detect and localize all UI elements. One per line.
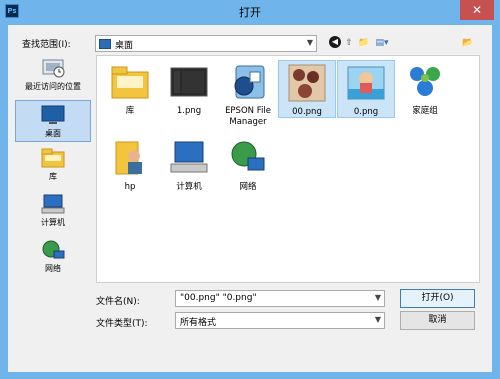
place-label: 计算机 xyxy=(41,218,65,227)
place-label: 桌面 xyxy=(45,129,61,138)
file-label: 库 xyxy=(125,106,135,116)
filename-input[interactable]: "00.png" "0.png" ▼ xyxy=(175,290,385,307)
file-label: EPSON File Manager xyxy=(225,106,271,127)
file-item-selected[interactable]: 0.png xyxy=(337,60,395,118)
place-recent[interactable]: 最近访问的位置 xyxy=(15,57,91,99)
file-item[interactable]: 计算机 xyxy=(160,136,218,194)
image-thumbnail-icon xyxy=(285,61,329,105)
chevron-down-icon: ▼ xyxy=(306,38,313,47)
file-item[interactable]: 网络 xyxy=(219,136,277,194)
desktop-icon xyxy=(40,104,66,126)
file-label: 网络 xyxy=(239,182,257,192)
filetype-value: 所有格式 xyxy=(180,318,217,328)
file-label: 计算机 xyxy=(176,182,202,192)
network-icon xyxy=(226,136,270,180)
place-label: 最近访问的位置 xyxy=(25,82,81,91)
file-item-selected[interactable]: 00.png xyxy=(278,60,336,118)
look-in-label: 查找范围(I): xyxy=(22,40,71,50)
computer-icon xyxy=(40,193,66,215)
folder-options-icon[interactable]: 📂 xyxy=(462,36,474,50)
look-in-value: 桌面 xyxy=(115,41,134,51)
back-icon[interactable]: ◀ xyxy=(329,36,341,48)
user-folder-icon xyxy=(108,136,152,180)
dialog-title: 打开 xyxy=(239,6,261,19)
file-label: 1.png xyxy=(176,106,202,116)
epson-app-icon xyxy=(226,60,270,104)
close-button[interactable]: ✕ xyxy=(460,0,494,20)
view-menu-icon[interactable]: ▤▾ xyxy=(373,36,391,50)
up-folder-icon[interactable]: ⇧ xyxy=(344,36,354,50)
chevron-down-icon: ▼ xyxy=(374,315,381,324)
library-folder-icon xyxy=(108,60,152,104)
place-network[interactable]: 网络 xyxy=(15,239,91,281)
open-button[interactable]: 打开(O) xyxy=(400,289,475,308)
file-label: 00.png xyxy=(292,107,322,117)
look-in-dropdown[interactable]: 桌面 ▼ xyxy=(95,35,317,52)
chevron-down-icon: ▼ xyxy=(374,293,381,302)
file-label: hp xyxy=(124,182,136,192)
new-folder-icon[interactable]: 📁 xyxy=(357,36,371,50)
filename-value: "00.png" "0.png" xyxy=(180,293,257,303)
recent-places-icon xyxy=(40,57,66,79)
place-label: 网络 xyxy=(45,264,61,273)
filename-label: 文件名(N): xyxy=(96,297,140,307)
places-bar: 最近访问的位置 桌面 库 计算机 网络 xyxy=(15,55,91,283)
place-desktop[interactable]: 桌面 xyxy=(15,100,91,142)
homegroup-icon xyxy=(403,60,447,104)
filetype-select[interactable]: 所有格式 ▼ xyxy=(175,312,385,329)
network-icon xyxy=(40,239,66,261)
file-label: 0.png xyxy=(353,107,379,117)
place-computer[interactable]: 计算机 xyxy=(15,193,91,235)
desktop-folder-icon xyxy=(99,39,111,49)
file-item[interactable]: 1.png xyxy=(160,60,218,118)
file-item[interactable]: EPSON File Manager xyxy=(219,60,277,130)
image-thumbnail-icon xyxy=(344,61,388,105)
filetype-label: 文件类型(T): xyxy=(96,319,148,329)
open-dialog: Ps 打开 ✕ 查找范围(I): 桌面 ▼ ◀ ⇧ 📁 ▤▾ 📂 最近访问的位置… xyxy=(0,0,500,379)
file-item[interactable]: hp xyxy=(101,136,159,194)
file-list[interactable]: 库 1.png EPSON File Manager 00.png 0.png xyxy=(96,55,480,283)
file-item[interactable]: 家庭组 xyxy=(396,60,454,118)
computer-icon xyxy=(167,136,211,180)
place-label: 库 xyxy=(49,172,57,181)
library-icon xyxy=(40,147,66,169)
place-library[interactable]: 库 xyxy=(15,147,91,189)
cancel-button[interactable]: 取消 xyxy=(400,311,475,330)
image-thumbnail-icon xyxy=(167,60,211,104)
title-bar[interactable]: Ps 打开 ✕ xyxy=(0,0,500,25)
file-item[interactable]: 库 xyxy=(101,60,159,118)
file-label: 家庭组 xyxy=(412,106,438,116)
